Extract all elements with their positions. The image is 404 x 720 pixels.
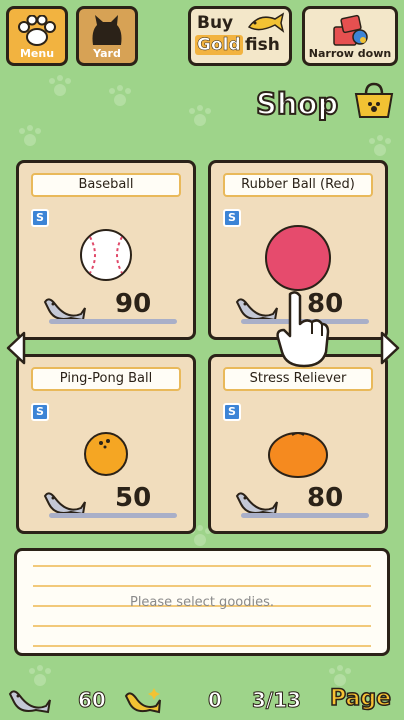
menu-button[interactable]: Menu [6, 6, 68, 66]
shopping-bag-icon [354, 82, 394, 118]
narrow-down-button[interactable]: Narrow down [302, 6, 398, 66]
product-name: Rubber Ball (Red) [223, 173, 373, 197]
silver-currency-icon: S [223, 403, 241, 421]
buy-gold-fish-button[interactable]: Buy Gold fish [188, 6, 292, 66]
product-name: Ping-Pong Ball [31, 367, 181, 391]
silver-currency-icon: S [223, 209, 241, 227]
stress-reliever-icon [268, 432, 328, 478]
product-name: Baseball [31, 173, 181, 197]
currency-bar: 60 0 3/13 Page [0, 680, 404, 720]
silver-fish-count: 60 [78, 688, 107, 713]
goodies-box-icon [333, 14, 368, 46]
silver-currency-icon: S [31, 403, 49, 421]
rubber-ball-icon [265, 225, 331, 291]
yard-button[interactable]: Yard [76, 6, 138, 66]
product-card-baseball[interactable]: Baseball S 90 [16, 160, 196, 340]
previous-page-arrow-icon[interactable] [4, 330, 28, 366]
silver-fish-icon [8, 690, 51, 714]
narrow-down-label: Narrow down [308, 47, 392, 60]
page-label: Page [329, 685, 392, 712]
description-placeholder: Please select goodies. [129, 595, 274, 610]
gold-fish-icon [124, 688, 161, 714]
page-indicator: 3/13 [251, 688, 302, 713]
gold-label: Gold [195, 35, 243, 55]
paw-icon [18, 15, 56, 46]
product-price: 80 [307, 483, 344, 513]
price-underline [241, 513, 369, 518]
gold-fish-count: 0 [208, 688, 223, 713]
menu-label: Menu [19, 47, 55, 60]
product-card-stress-reliever[interactable]: Stress Reliever S 80 [208, 354, 388, 534]
price-underline [49, 513, 177, 518]
fish-label: fish [245, 35, 280, 55]
silver-currency-icon: S [31, 209, 49, 227]
price-underline [49, 319, 177, 324]
product-price: 90 [115, 289, 152, 319]
baseball-icon [80, 229, 132, 281]
next-page-arrow-icon[interactable] [378, 330, 402, 366]
gold-fish-icon [247, 12, 285, 33]
page-title: Shop [255, 86, 339, 122]
product-price: 50 [115, 483, 152, 513]
product-card-ping-pong-ball[interactable]: Ping-Pong Ball S 50 [16, 354, 196, 534]
buy-label: Buy [197, 13, 234, 33]
product-name: Stress Reliever [223, 367, 373, 391]
description-box: Please select goodies. [14, 548, 390, 656]
yard-label: Yard [93, 47, 121, 60]
notepad-lines [33, 565, 371, 653]
ping-pong-ball-icon [84, 432, 128, 476]
cat-silhouette-icon [92, 15, 122, 45]
pointing-hand-icon [276, 291, 330, 368]
